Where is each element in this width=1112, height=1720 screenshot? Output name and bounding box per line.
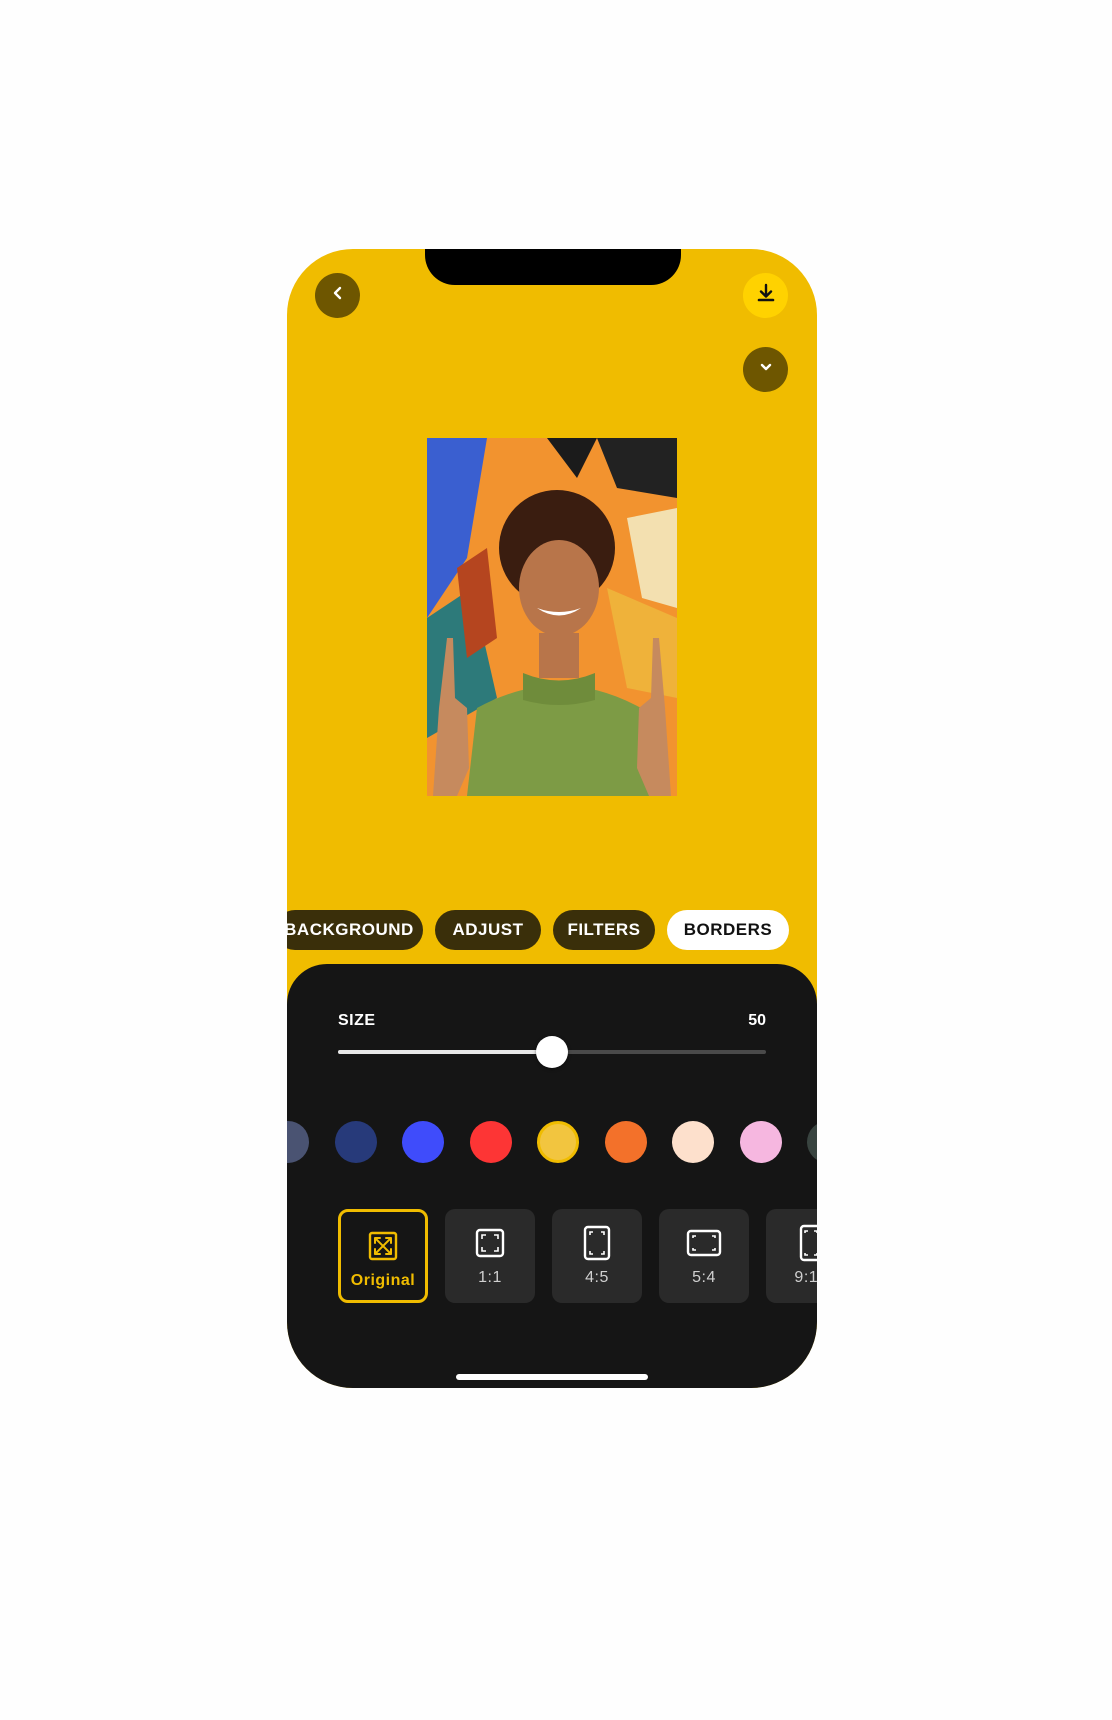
download-button[interactable] — [743, 273, 788, 318]
ratio-label: 5:4 — [692, 1269, 716, 1286]
borders-panel: SIZE 50 Original 1:1 4:5 5:4 9:1 — [287, 964, 817, 1388]
download-icon — [755, 282, 777, 309]
home-indicator — [456, 1374, 648, 1380]
color-swatch[interactable] — [402, 1121, 444, 1163]
color-swatch[interactable] — [537, 1121, 579, 1163]
ratio-1-1[interactable]: 1:1 — [445, 1209, 535, 1303]
ratio-4-5[interactable]: 4:5 — [552, 1209, 642, 1303]
size-value: 50 — [748, 1012, 766, 1029]
tab-filters[interactable]: FILTERS — [553, 910, 655, 950]
ratio-label: 1:1 — [478, 1269, 502, 1286]
back-button[interactable] — [315, 273, 360, 318]
color-swatch[interactable] — [739, 1121, 782, 1163]
notch — [425, 249, 681, 285]
size-slider[interactable] — [338, 1036, 766, 1068]
ratio-9-16[interactable]: 9:16 — [766, 1209, 817, 1303]
phone-screen: BACKGROUND ADJUST FILTERS BORDERS SIZE 5… — [287, 249, 817, 1388]
ratio-original[interactable]: Original — [338, 1209, 428, 1303]
color-swatch[interactable] — [287, 1121, 309, 1163]
color-swatch[interactable] — [604, 1121, 647, 1163]
portrait-frame-icon — [582, 1225, 612, 1261]
ratio-label: 9:16 — [794, 1269, 817, 1286]
ratio-label: 4:5 — [585, 1269, 609, 1286]
ratio-5-4[interactable]: 5:4 — [659, 1209, 749, 1303]
color-swatch[interactable] — [469, 1121, 512, 1163]
size-label: SIZE — [338, 1012, 376, 1029]
tab-adjust[interactable]: ADJUST — [435, 910, 541, 950]
collapse-button[interactable] — [743, 347, 788, 392]
tab-background[interactable]: BACKGROUND — [287, 910, 423, 950]
square-frame-icon — [475, 1225, 505, 1261]
chevron-left-icon — [330, 285, 346, 306]
tall-frame-icon — [798, 1224, 817, 1262]
ratio-label: Original — [350, 1272, 416, 1289]
slider-fill — [338, 1050, 552, 1054]
color-swatch[interactable] — [334, 1121, 377, 1163]
chevron-down-icon — [758, 359, 774, 380]
color-swatch[interactable] — [672, 1121, 714, 1163]
color-swatch[interactable] — [807, 1121, 817, 1163]
tool-tabs: BACKGROUND ADJUST FILTERS BORDERS — [287, 910, 817, 950]
landscape-frame-icon — [686, 1225, 722, 1261]
slider-thumb[interactable] — [536, 1036, 568, 1068]
expand-icon — [368, 1228, 398, 1264]
photo-preview — [427, 438, 677, 796]
tab-borders[interactable]: BORDERS — [667, 910, 789, 950]
